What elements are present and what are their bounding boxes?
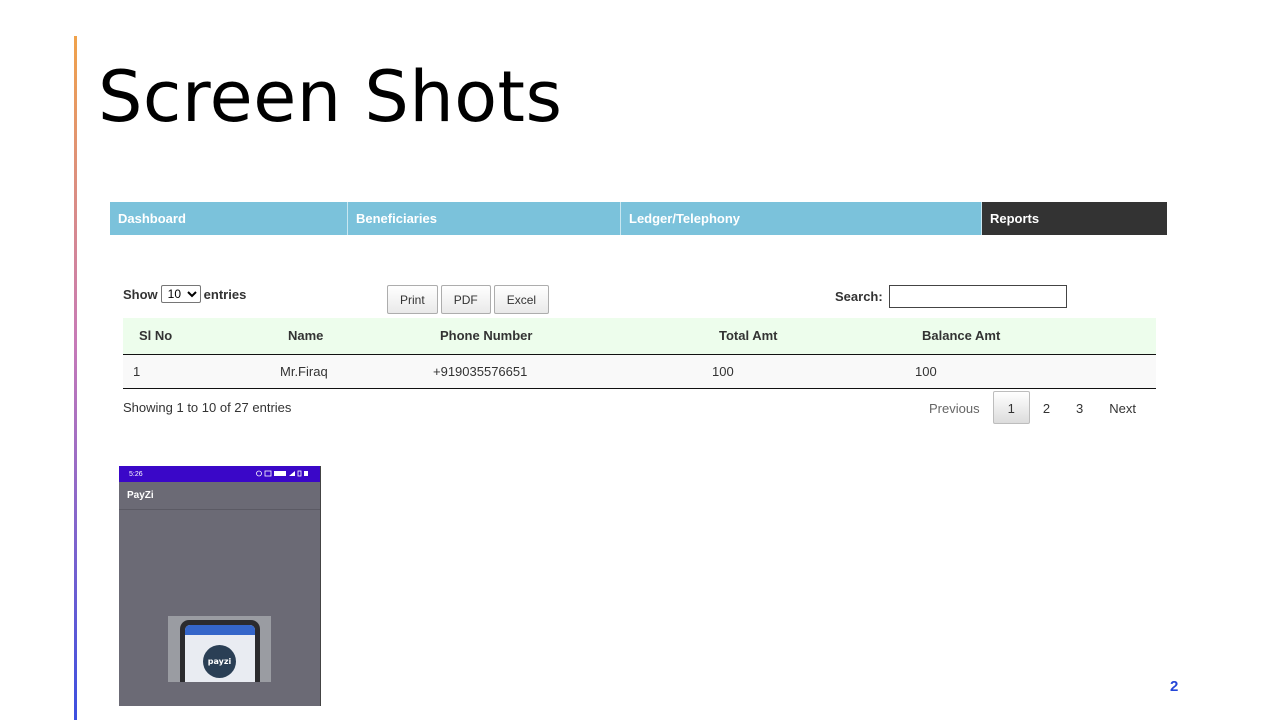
slide-page-number: 2 [1170,678,1179,695]
table-info: Showing 1 to 10 of 27 entries [123,400,292,415]
nav-item-ledger-telephony[interactable]: Ledger/Telephony [621,202,982,235]
search-label: Search: [835,289,883,304]
phone-status-icons [256,470,310,479]
next-button[interactable]: Next [1096,391,1149,424]
show-label: Show [123,286,158,302]
report-table: Sl No Name Phone Number Total Amt Balanc… [123,318,1156,389]
pdf-button[interactable]: PDF [440,285,491,314]
phone-status-time: 5:26 [129,470,143,478]
payzi-logo: payzi [203,645,236,678]
entries-label: entries [203,286,247,302]
cell-phone: +919035576651 [433,354,712,389]
table-row: 1 Mr.Firaq +919035576651 100 100 [123,354,1156,389]
previous-button[interactable]: Previous [916,391,993,424]
cell-sl-no: 1 [123,354,280,389]
col-header-name[interactable]: Name [280,318,433,355]
nav-item-beneficiaries[interactable]: Beneficiaries [348,202,621,235]
nav-item-dashboard[interactable]: Dashboard [110,202,348,235]
phone-device-illustration: payzi [180,620,260,682]
cell-name: Mr.Firaq [280,354,433,389]
cell-balance-amt: 100 [915,354,1156,389]
phone-device-screen: payzi [185,625,255,682]
page-3-button[interactable]: 3 [1063,391,1096,424]
page-2-button[interactable]: 2 [1030,391,1063,424]
show-entries: Show 10 entries [123,285,246,303]
search-box: Search: [835,285,1067,308]
pagination: Previous 1 2 3 Next [916,391,1149,424]
print-button[interactable]: Print [387,285,438,314]
col-header-sl-no[interactable]: Sl No [123,318,280,355]
col-header-phone[interactable]: Phone Number [433,318,712,355]
status-icons [256,470,308,476]
export-buttons: Print PDF Excel [387,285,550,314]
phone-status-bar: 5:26 [119,466,320,482]
phone-splash-image: payzi [168,616,271,682]
slide-title: Screen Shots [98,56,563,138]
col-header-total-amt[interactable]: Total Amt [712,318,915,355]
phone-app-title: PayZi [119,482,320,510]
top-nav: Dashboard Beneficiaries Ledger/Telephony… [110,202,1167,235]
nav-item-reports[interactable]: Reports [982,202,1167,235]
table-header-row: Sl No Name Phone Number Total Amt Balanc… [123,318,1156,355]
phone-screenshot: 5:26 PayZi payzi [119,466,321,706]
col-header-balance-amt[interactable]: Balance Amt [915,318,1156,355]
excel-button[interactable]: Excel [493,285,550,314]
entries-select[interactable]: 10 [160,285,201,303]
cell-total-amt: 100 [712,354,915,389]
page-1-button[interactable]: 1 [992,391,1030,424]
search-input[interactable] [888,285,1067,308]
phone-screen-bar [185,625,255,635]
accent-bar [74,36,77,720]
